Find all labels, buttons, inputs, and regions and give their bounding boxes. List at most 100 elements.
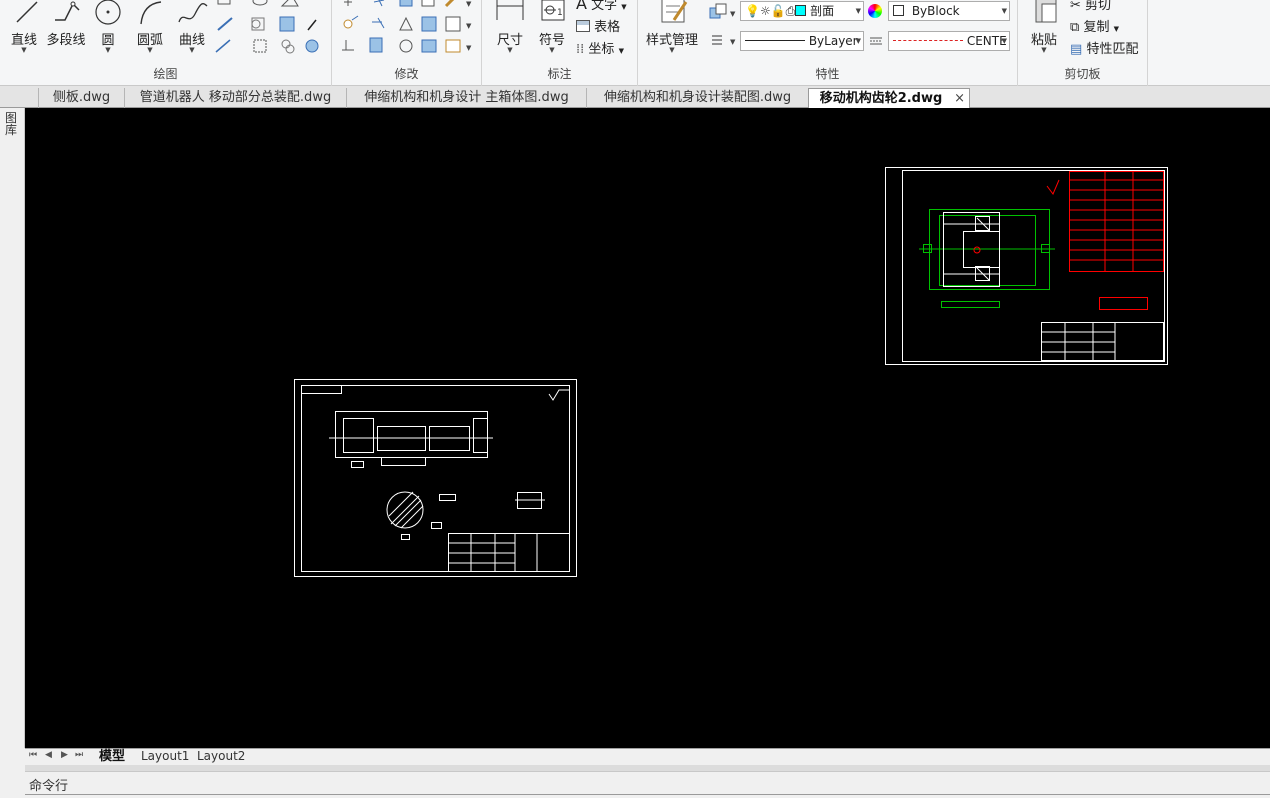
paste-button[interactable]: 粘贴 ▼ [1024, 0, 1064, 58]
chevron-down-icon: ▼ [669, 46, 675, 54]
cut-button[interactable]: ✂ 剪切 [1070, 0, 1111, 13]
linetype-scale-icon[interactable] [868, 34, 884, 48]
file-tab[interactable]: 管道机器人 移动部分总装配.dwg [124, 88, 346, 108]
coordinate-icon: ⁞⁞ [576, 42, 585, 57]
chevron-down-icon: ▼ [855, 37, 861, 45]
scissors-icon: ✂ [1070, 0, 1081, 13]
dimension-icon [496, 0, 524, 20]
svg-text:▼: ▼ [730, 10, 736, 18]
match-properties-label: 特性匹配 [1086, 42, 1139, 57]
chevron-down-icon: ▼ [1001, 37, 1007, 45]
layer-list-icon[interactable]: ▼ [708, 32, 738, 48]
properties-panel-title: 特性 [815, 67, 840, 81]
sun-icon: ☼ [759, 4, 771, 18]
text-button[interactable]: A 文字 ▼ [576, 0, 627, 13]
printer-icon: ⎙ [785, 4, 796, 18]
layer-combo[interactable]: 💡☼🔓⎙ 剖面 ▼ [740, 1, 864, 21]
command-line[interactable]: 命令行 [25, 771, 1270, 795]
copy-label: 复制 [1083, 20, 1110, 35]
table-button-label: 表格 [594, 20, 621, 35]
lock-icon: 🔓 [770, 4, 786, 18]
ribbon: 直线 ▼ 多段线 圆 ▼ 圆弧 ▼ 曲线 ▼ 绘图 ▼ ▼ ▼ 修改 尺寸 ▼ … [0, 0, 1270, 86]
drawing-canvas[interactable] [25, 108, 1270, 748]
chevron-down-icon: ▼ [855, 7, 861, 15]
table-button[interactable]: 表格 [576, 16, 620, 35]
properties-panel: 样式管理 ▼ ▼ ▼ 💡☼🔓⎙ 剖面 ▼ ByBlock ▼ ByLayer ▼… [638, 0, 1018, 86]
brush-icon: ▤ [1070, 42, 1083, 57]
last-layout-icon[interactable]: ⏭ [75, 750, 83, 760]
coordinate-button[interactable]: ⁞⁞ 坐标 ▼ [576, 38, 624, 57]
linetype-pattern-icon [893, 40, 963, 41]
style-manager-button[interactable]: 样式管理 ▼ [646, 0, 698, 58]
draw-panel-title: 绘图 [153, 67, 178, 81]
file-tab-active[interactable]: 移动机构齿轮2.dwg × [808, 88, 970, 108]
modify-panel: ▼ ▼ ▼ 修改 [332, 0, 482, 86]
next-layout-icon[interactable]: ▶ [61, 750, 68, 760]
drawing-sheet-left[interactable] [294, 379, 577, 577]
svg-text:▼: ▼ [730, 38, 736, 46]
lineweight-combo[interactable]: ByLayer ▼ [740, 31, 864, 51]
modify-panel-title: 修改 [394, 67, 419, 81]
file-tab-label: 移动机构齿轮2.dwg [819, 91, 943, 106]
lightbulb-icon: 💡 [745, 4, 760, 18]
color-value: ByBlock [911, 4, 960, 18]
lineweight-line-icon [745, 40, 805, 41]
left-tool-strip: 图库 [0, 108, 25, 748]
text-button-label: 文字 [591, 0, 618, 13]
match-properties-button[interactable]: ▤ 特性匹配 [1070, 38, 1138, 57]
draw-panel: 直线 ▼ 多段线 圆 ▼ 圆弧 ▼ 曲线 ▼ 绘图 [0, 0, 332, 86]
style-manager-icon [661, 0, 688, 23]
layer-tools-icon[interactable]: ▼ [708, 2, 738, 20]
circle-icon [95, 0, 121, 25]
chevron-down-icon: ▼ [1041, 46, 1047, 54]
layout-tab-model[interactable]: 模型 [99, 749, 125, 765]
spline-icon [178, 2, 208, 23]
layer-color-swatch [795, 5, 807, 16]
copy-icon: ⧉ [1070, 20, 1080, 35]
previous-layout-icon[interactable]: ◀ [45, 750, 52, 760]
cut-label: 剪切 [1085, 0, 1112, 13]
symbol-button[interactable]: 1 符号 ▼ [530, 0, 574, 58]
first-layout-icon[interactable]: ⏮ [29, 750, 37, 760]
svg-text:▼: ▼ [466, 22, 472, 30]
file-tab[interactable]: 侧板.dwg [38, 88, 124, 108]
drawing-sheet-right[interactable] [885, 167, 1168, 365]
model-space-drawings [294, 167, 1168, 577]
paste-icon [1035, 0, 1057, 23]
layout-tab-layout2[interactable]: Layout2 [197, 749, 245, 765]
symbol-icon: 1 [541, 0, 565, 21]
linetype-combo[interactable]: CENTE ▼ [888, 31, 1010, 51]
arc-icon [140, 1, 162, 25]
annotation-panel: 尺寸 ▼ 1 符号 ▼ A 文字 ▼ 表格 ⁞⁞ 坐标 ▼ 标注 [482, 0, 638, 86]
chevron-down-icon: ▼ [549, 46, 555, 54]
library-tab[interactable]: 图库 [5, 112, 19, 136]
coordinate-button-label: 坐标 [588, 42, 615, 57]
copy-button[interactable]: ⧉ 复制 ▼ [1070, 16, 1119, 35]
file-tab[interactable]: 伸缩机构和机身设计 主箱体图.dwg [346, 88, 586, 108]
file-tab-bar: 侧板.dwg 管道机器人 移动部分总装配.dwg 伸缩机构和机身设计 主箱体图.… [0, 86, 1270, 108]
close-icon[interactable]: × [954, 89, 965, 108]
layout-tab-bar: ⏮ ◀ ▶ ⏭ 模型 Layout1 Layout2 [25, 748, 1270, 765]
color-swatch [893, 5, 904, 16]
color-wheel-icon[interactable] [868, 4, 882, 18]
layer-name: 剖面 [810, 4, 835, 18]
color-combo[interactable]: ByBlock ▼ [888, 1, 1010, 21]
draw-tools-icons[interactable] [212, 0, 328, 58]
modify-tools-icons[interactable]: ▼ ▼ ▼ [338, 0, 478, 58]
command-line-label: 命令行 [29, 779, 69, 794]
svg-text:▼: ▼ [466, 0, 472, 8]
chevron-down-icon: ▼ [189, 46, 195, 54]
clipboard-panel: 粘贴 ▼ ✂ 剪切 ⧉ 复制 ▼ ▤ 特性匹配 剪切板 [1018, 0, 1148, 86]
svg-text:1: 1 [557, 8, 563, 18]
polyline-icon [55, 1, 80, 21]
line-icon [16, 1, 38, 23]
clipboard-panel-title: 剪切板 [1064, 67, 1101, 81]
file-tab[interactable]: 伸缩机构和机身设计装配图.dwg [586, 88, 808, 108]
layout-tab-layout1[interactable]: Layout1 [141, 749, 189, 765]
text-icon: A [576, 0, 587, 13]
table-icon [576, 20, 590, 32]
spline-button[interactable]: 曲线 ▼ [170, 0, 214, 58]
annotation-panel-title: 标注 [547, 67, 572, 81]
svg-text:▼: ▼ [466, 44, 472, 52]
lineweight-value: ByLayer [808, 34, 858, 48]
